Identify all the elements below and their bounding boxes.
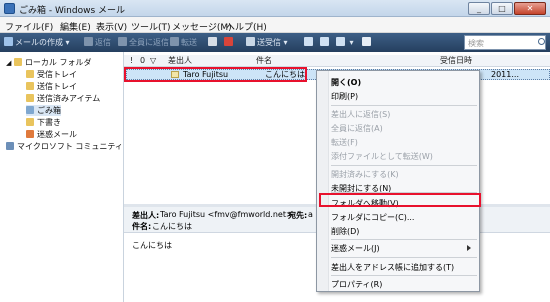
menu-separator (331, 257, 477, 258)
menu-item-forward[interactable]: 転送(F) (331, 137, 358, 148)
inbox-icon (26, 70, 34, 78)
context-menu: 開く(O) 印刷(P) 差出人に返信(S) 全員に返信(A) 転送(F) 添付フ… (316, 70, 480, 292)
menu-view[interactable]: 表示(V) (96, 20, 127, 33)
menu-item-properties[interactable]: プロパティ(R) (331, 279, 382, 290)
menu-tools[interactable]: ツール(T) (131, 20, 171, 33)
menu-help[interactable]: ヘルプ(H) (226, 20, 267, 33)
reply-button[interactable]: 返信 (84, 36, 111, 49)
trash-icon (26, 106, 34, 114)
menu-separator (331, 165, 477, 166)
preview-subject-label: 件名: (132, 222, 152, 231)
column-from[interactable]: 差出人 (168, 55, 192, 67)
menu-item-mark-read[interactable]: 開封済みにする(K) (331, 169, 399, 180)
column-subject[interactable]: 件名 (256, 55, 272, 67)
menu-item-add-sender[interactable]: 差出人をアドレス帳に追加する(T) (331, 262, 454, 273)
menu-bar: ファイル(F) 編集(E) 表示(V) ツール(T) メッセージ(M) ヘルプ(… (0, 17, 550, 33)
minimize-button[interactable]: _ (468, 2, 490, 15)
menu-edit[interactable]: 編集(E) (60, 20, 91, 33)
send-receive-button[interactable]: 送受信 ▾ (246, 36, 288, 49)
forward-icon (170, 37, 179, 46)
preview-from-label: 差出人: (132, 211, 160, 220)
calendar-button[interactable] (320, 36, 331, 49)
column-attachment[interactable]: 0 (140, 55, 145, 67)
window-title: ごみ箱 - Windows メール (19, 6, 126, 16)
folder-sent[interactable]: 送信済みアイテム (26, 93, 100, 104)
menu-file[interactable]: ファイル(F) (5, 20, 53, 33)
menu-item-print[interactable]: 印刷(P) (331, 91, 358, 102)
print-icon (208, 37, 217, 46)
maximize-button[interactable]: □ (491, 2, 513, 15)
menu-item-reply-sender[interactable]: 差出人に返信(S) (331, 109, 390, 120)
find-button[interactable]: ▾ (336, 36, 354, 49)
junk-mail-icon (26, 130, 34, 138)
preview-to-value: a (308, 210, 313, 219)
folder-junk[interactable]: 迷惑メール (26, 129, 77, 140)
column-received[interactable]: 受信日時 (440, 55, 472, 67)
find-icon (336, 37, 345, 46)
highlight-box-move-to-folder (319, 193, 481, 207)
menu-separator (331, 105, 477, 106)
folder-pane: ◢ ローカル フォルダ 受信トレイ 送信トレイ 送信済みアイテム ごみ箱 下書き… (0, 52, 124, 302)
folder-inbox[interactable]: 受信トレイ (26, 69, 77, 80)
preview-to-label: 宛先: (288, 211, 308, 220)
folder-icon (13, 58, 22, 66)
drafts-icon (26, 118, 34, 126)
menu-item-reply-all[interactable]: 全員に返信(A) (331, 123, 383, 134)
reply-icon (84, 37, 93, 46)
menu-item-forward-attachment[interactable]: 添付ファイルとして転送(W) (331, 151, 433, 162)
menu-message[interactable]: メッセージ(M) (172, 20, 232, 33)
delete-icon (224, 37, 233, 46)
search-input[interactable]: 検索 (464, 35, 546, 50)
folder-outbox[interactable]: 送信トレイ (26, 81, 77, 92)
search-icon[interactable] (538, 38, 545, 45)
print-button[interactable] (208, 36, 219, 49)
folder-drafts[interactable]: 下書き (26, 117, 61, 128)
recycle-bin-icon (4, 3, 15, 14)
folder-trash[interactable]: ごみ箱 (26, 105, 61, 116)
layout-button[interactable] (362, 36, 373, 49)
create-mail-button[interactable]: メールの作成 ▾ (4, 36, 70, 49)
newsgroup-icon (6, 142, 14, 150)
column-header: ! 0 ▽ 差出人 件名 受信日時 (124, 55, 550, 67)
collapse-icon[interactable]: ◢ (6, 59, 11, 67)
menu-item-delete[interactable]: 削除(D) (331, 226, 359, 237)
preview-subject-value: こんにちは (152, 222, 192, 231)
menu-item-open[interactable]: 開く(O) (331, 77, 361, 88)
reply-all-icon (118, 37, 127, 46)
menu-separator (331, 275, 477, 276)
reply-all-button[interactable]: 全員に返信 (118, 36, 169, 49)
message-date: 2011... (491, 70, 519, 79)
layout-icon (362, 37, 371, 46)
forward-button[interactable]: 転送 (170, 36, 197, 49)
calendar-icon (320, 37, 329, 46)
title-bar: ごみ箱 - Windows メール _ □ ✕ (0, 0, 550, 17)
menu-item-copy-to-folder[interactable]: フォルダにコピー(C)... (331, 212, 414, 223)
send-receive-icon (246, 37, 255, 46)
delete-button[interactable] (224, 36, 235, 49)
preview-from-value: Taro Fujitsu <fmv@fmworld.net> (160, 210, 293, 219)
sent-items-icon (26, 94, 34, 102)
preview-body: こんにちは (132, 241, 172, 250)
contacts-icon (304, 37, 313, 46)
menu-gutter (317, 71, 329, 291)
highlight-box-message (124, 67, 307, 82)
column-priority[interactable]: ! (130, 55, 133, 67)
contacts-button[interactable] (304, 36, 315, 49)
folder-local[interactable]: ◢ ローカル フォルダ (6, 57, 91, 68)
new-mail-icon (4, 37, 13, 46)
menu-item-junk-mail[interactable]: 迷惑メール(J) (331, 243, 380, 254)
menu-separator (331, 239, 477, 240)
outbox-icon (26, 82, 34, 90)
column-flag[interactable]: ▽ (150, 55, 156, 67)
submenu-arrow-icon (467, 245, 471, 251)
folder-ms-community[interactable]: マイクロソフト コミュニティ (6, 141, 123, 152)
close-button[interactable]: ✕ (514, 2, 546, 15)
